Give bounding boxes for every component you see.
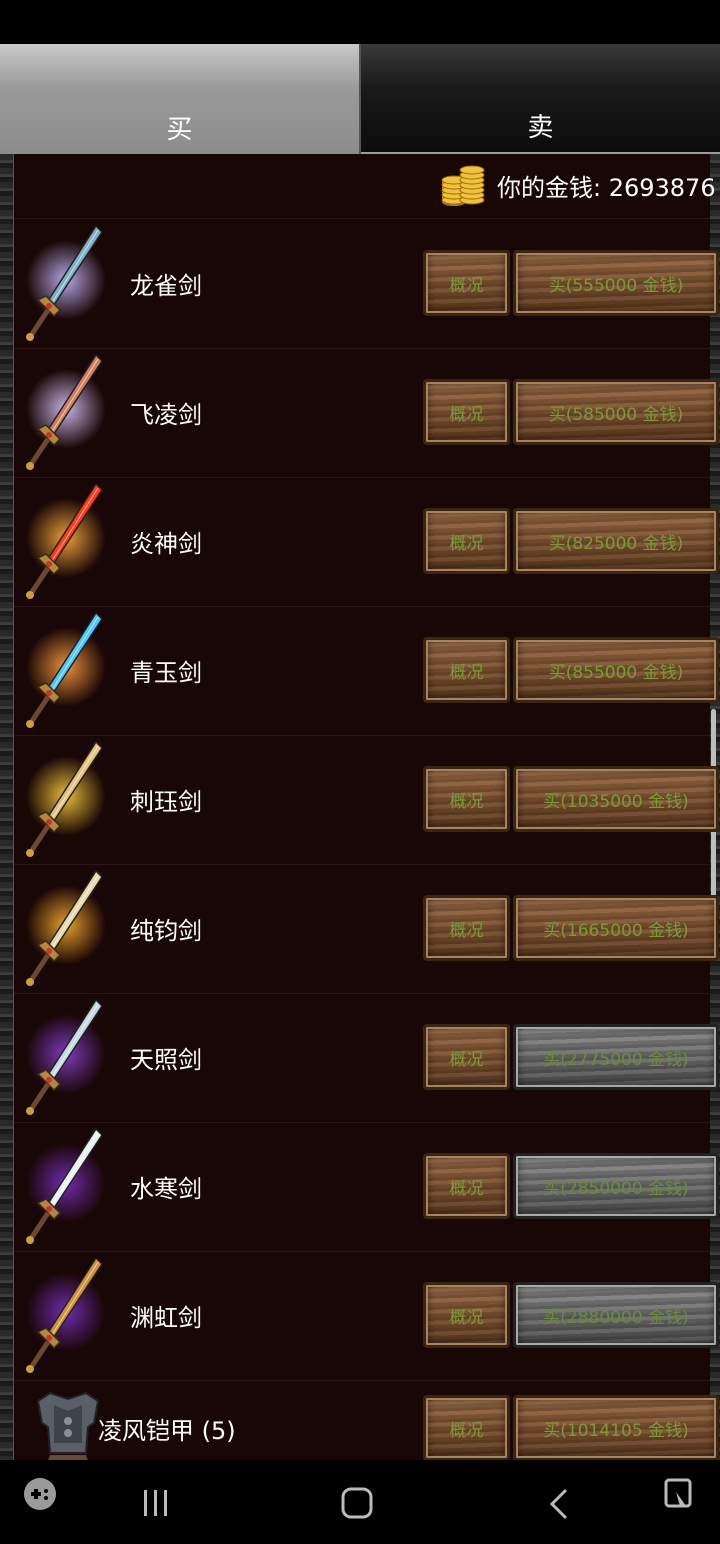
item-buy-button[interactable]: 买(1665000 金钱) xyxy=(513,895,719,961)
item-info-button[interactable]: 概况 xyxy=(423,637,510,703)
item-info-button[interactable]: 概况 xyxy=(423,250,510,316)
item-name: 青玉剑 xyxy=(130,659,202,687)
sword-icon xyxy=(26,353,106,470)
armor-info-button[interactable]: 概况 xyxy=(423,1395,510,1460)
screen-mode-icon[interactable] xyxy=(662,1476,698,1512)
tab-sell[interactable]: 卖 xyxy=(361,44,720,154)
game-tools-icon[interactable] xyxy=(22,1476,58,1512)
item-name: 龙雀剑 xyxy=(130,272,202,300)
back-icon[interactable] xyxy=(542,1486,578,1522)
item-row: 飞凌剑 概况 买(585000 金钱) xyxy=(14,349,719,478)
item-buy-button[interactable]: 买(2880000 金钱) xyxy=(513,1282,719,1348)
item-info-button[interactable]: 概况 xyxy=(423,508,510,574)
sword-icon xyxy=(26,1256,106,1373)
item-name: 纯钧剑 xyxy=(130,917,202,945)
gold-coins-icon xyxy=(441,165,485,206)
home-icon[interactable] xyxy=(340,1486,376,1522)
armor-row: 凌风铠甲 (5) 概况 买(1014105 金钱) xyxy=(14,1379,719,1460)
item-buy-button[interactable]: 买(855000 金钱) xyxy=(513,637,719,703)
recent-apps-icon[interactable] xyxy=(138,1486,174,1522)
money-row: 你的金钱: 2693876 xyxy=(14,154,716,219)
item-row: 天照剑 概况 买(2775000 金钱) xyxy=(14,994,719,1123)
armor-buy-button[interactable]: 买(1014105 金钱) xyxy=(513,1395,719,1460)
status-bar xyxy=(0,0,720,44)
armor-name: 凌风铠甲 (5) xyxy=(98,1417,236,1445)
item-row: 纯钧剑 概况 买(1665000 金钱) xyxy=(14,865,719,994)
sword-icon xyxy=(26,740,106,857)
item-info-button[interactable]: 概况 xyxy=(423,1024,510,1090)
item-buy-button[interactable]: 买(2850000 金钱) xyxy=(513,1153,719,1219)
item-buy-button[interactable]: 买(825000 金钱) xyxy=(513,508,719,574)
sword-icon xyxy=(26,1127,106,1244)
item-buy-button[interactable]: 买(585000 金钱) xyxy=(513,379,719,445)
item-row: 炎神剑 概况 买(825000 金钱) xyxy=(14,478,719,607)
frame-border-left xyxy=(0,154,14,1460)
item-row: 渊虹剑 概况 买(2880000 金钱) xyxy=(14,1252,719,1381)
system-nav-bar xyxy=(0,1460,720,1544)
item-buy-button[interactable]: 买(555000 金钱) xyxy=(513,250,719,316)
item-buy-button[interactable]: 买(2775000 金钱) xyxy=(513,1024,719,1090)
sword-icon xyxy=(26,611,106,728)
sword-icon xyxy=(26,224,106,341)
item-info-button[interactable]: 概况 xyxy=(423,379,510,445)
item-name: 炎神剑 xyxy=(130,530,202,558)
item-name: 天照剑 xyxy=(130,1046,202,1074)
item-buy-button[interactable]: 买(1035000 金钱) xyxy=(513,766,719,832)
item-info-button[interactable]: 概况 xyxy=(423,766,510,832)
item-row: 龙雀剑 概况 买(555000 金钱) xyxy=(14,220,719,349)
item-name: 刺珏剑 xyxy=(130,788,202,816)
money-label: 你的金钱: 2693876 xyxy=(497,174,716,202)
item-name: 渊虹剑 xyxy=(130,1304,202,1332)
item-info-button[interactable]: 概况 xyxy=(423,1153,510,1219)
tab-buy[interactable]: 买 xyxy=(0,44,361,154)
item-name: 水寒剑 xyxy=(130,1175,202,1203)
shop-tabs: 买 卖 xyxy=(0,44,720,154)
sword-icon xyxy=(26,482,106,599)
sword-icon xyxy=(26,869,106,986)
item-row: 刺珏剑 概况 买(1035000 金钱) xyxy=(14,736,719,865)
item-row: 青玉剑 概况 买(855000 金钱) xyxy=(14,607,719,736)
item-row: 水寒剑 概况 买(2850000 金钱) xyxy=(14,1123,719,1252)
item-name: 飞凌剑 xyxy=(130,401,202,429)
shop-list[interactable]: 你的金钱: 2693876 龙雀剑 概况 买(555000 金钱) 飞凌剑 概况 买(58… xyxy=(0,154,720,1460)
sword-icon xyxy=(26,998,106,1115)
item-info-button[interactable]: 概况 xyxy=(423,895,510,961)
item-info-button[interactable]: 概况 xyxy=(423,1282,510,1348)
